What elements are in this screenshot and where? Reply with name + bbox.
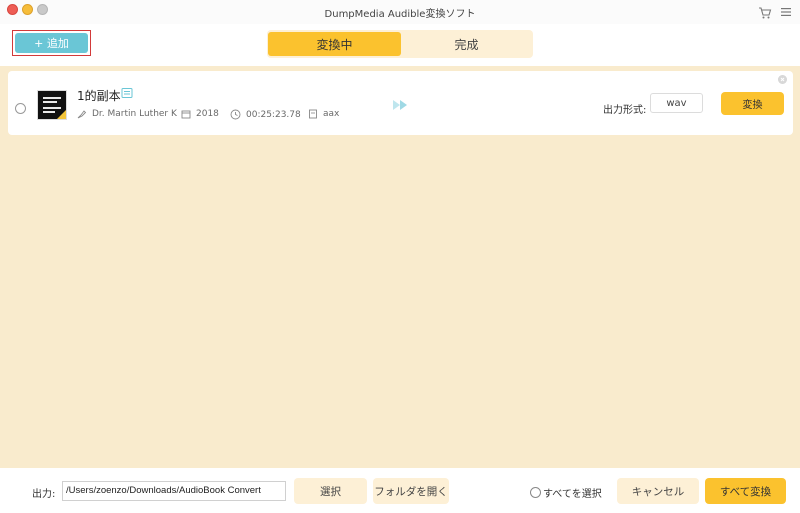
select-folder-button[interactable]: 選択 <box>294 478 367 504</box>
window-title: DumpMedia Audible変換ソフト <box>324 9 476 20</box>
item-title: 1的副本 <box>77 89 121 103</box>
document-icon[interactable] <box>121 87 133 99</box>
output-label: 出力: <box>32 489 56 500</box>
tab-completed[interactable]: 完成 <box>400 32 533 56</box>
add-button-highlight: + 追加 <box>12 30 91 56</box>
year-value: 2018 <box>196 109 219 119</box>
item-author: Dr. Martin Luther K <box>77 109 177 119</box>
tab-converting[interactable]: 変換中 <box>268 32 401 56</box>
output-format-label: 出力形式: <box>603 105 647 116</box>
item-source-format: aax <box>308 109 339 119</box>
duration-value: 00:25:23.78 <box>246 109 301 120</box>
output-path-field[interactable]: /Users/zoenzo/Downloads/AudioBook Conver… <box>62 481 286 501</box>
remove-icon[interactable] <box>778 75 787 84</box>
select-all-radio[interactable] <box>530 487 541 498</box>
title-bar: DumpMedia Audible変換ソフト <box>0 0 800 24</box>
author-icon <box>77 110 87 119</box>
calendar-icon <box>181 110 191 119</box>
play-arrow-icon <box>393 100 407 110</box>
file-icon <box>309 109 317 119</box>
clock-icon <box>230 109 241 120</box>
add-button[interactable]: + 追加 <box>15 33 88 53</box>
cancel-button[interactable]: キャンセル <box>617 478 699 504</box>
item-select-radio[interactable] <box>15 103 26 114</box>
select-all-label: すべてを選択 <box>543 489 602 500</box>
convert-button[interactable]: 変換 <box>721 92 784 115</box>
book-cover-image <box>37 90 67 120</box>
convert-all-button[interactable]: すべて変換 <box>705 478 786 504</box>
select-all-toggle[interactable]: すべてを選択 <box>530 485 602 500</box>
conversion-list: 1的副本 Dr. Martin Luther K 2018 00:25:23.7… <box>0 66 800 468</box>
item-duration: 00:25:23.78 <box>230 109 301 120</box>
author-name: Dr. Martin Luther K <box>92 109 177 119</box>
item-year: 2018 <box>181 109 219 119</box>
status-tabs: 変換中 完成 <box>267 30 533 58</box>
cart-icon[interactable] <box>758 6 772 20</box>
menu-icon[interactable] <box>780 6 792 18</box>
list-item: 1的副本 Dr. Martin Luther K 2018 00:25:23.7… <box>8 71 793 135</box>
bottom-bar: 出力: /Users/zoenzo/Downloads/AudioBook Co… <box>0 468 800 513</box>
source-format-value: aax <box>323 109 340 119</box>
open-folder-button[interactable]: フォルダを開く <box>373 478 449 504</box>
output-format-select[interactable]: wav <box>650 93 703 113</box>
